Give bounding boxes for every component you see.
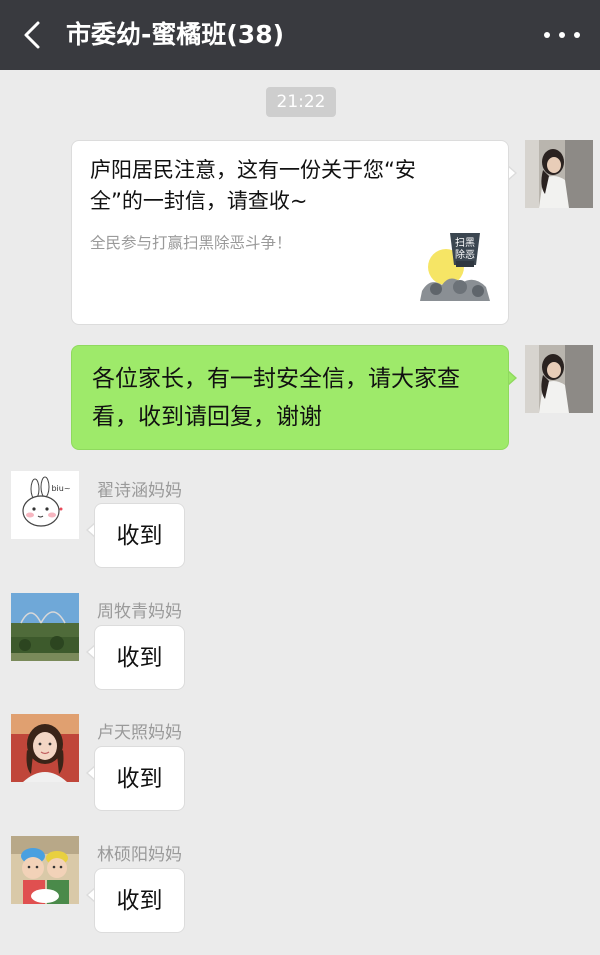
portrait-photo-icon bbox=[11, 714, 79, 782]
landscape-photo-icon bbox=[11, 593, 79, 661]
bunny-cartoon-icon: biu~ bbox=[11, 471, 79, 539]
message-text: 收到 bbox=[116, 523, 163, 549]
message-timestamp: 21:22 bbox=[266, 87, 336, 117]
more-button[interactable] bbox=[544, 20, 580, 50]
sender-name: 卢天照妈妈 bbox=[97, 723, 182, 743]
link-card-title: 庐阳居民注意，这有一份关于您“安全”的一封信，请查收~ bbox=[90, 158, 416, 213]
chat-title: 市委幼-蜜橘班(38) bbox=[66, 20, 285, 49]
my-avatar[interactable] bbox=[525, 140, 593, 208]
sender-name: 翟诗涵妈妈 bbox=[97, 481, 182, 501]
message-text: 各位家长，有一封安全信，请大家查看，收到请回复，谢谢 bbox=[92, 366, 460, 430]
reply-message[interactable]: 收到 bbox=[94, 503, 185, 568]
title-bar: 市委幼-蜜橘班(38) bbox=[0, 0, 600, 70]
children-photo-icon bbox=[11, 836, 79, 904]
sender-avatar[interactable] bbox=[11, 714, 79, 782]
reply-message[interactable]: 收到 bbox=[94, 868, 185, 933]
more-dots-icon bbox=[559, 32, 565, 38]
sender-name: 林硕阳妈妈 bbox=[97, 845, 182, 865]
link-card-thumbnail: 扫黑 除恶 bbox=[416, 225, 494, 305]
anti-crime-illustration-icon: 扫黑 除恶 bbox=[416, 225, 494, 305]
my-avatar[interactable] bbox=[525, 345, 593, 413]
link-card-message[interactable]: 庐阳居民注意，这有一份关于您“安全”的一封信，请查收~ 全民参与打赢扫黑除恶斗争… bbox=[71, 140, 509, 325]
reply-message[interactable]: 收到 bbox=[94, 625, 185, 690]
avatar-photo-icon bbox=[525, 345, 593, 413]
sender-avatar[interactable] bbox=[11, 593, 79, 661]
link-card-description: 全民参与打赢扫黑除恶斗争！ bbox=[90, 234, 292, 252]
thumbnail-label: 除恶 bbox=[455, 248, 475, 261]
avatar-caption: biu~ bbox=[51, 484, 70, 493]
sender-name: 周牧青妈妈 bbox=[97, 602, 182, 622]
sender-avatar[interactable]: biu~ bbox=[11, 471, 79, 539]
reply-message[interactable]: 收到 bbox=[94, 746, 185, 811]
text-message-sent[interactable]: 各位家长，有一封安全信，请大家查看，收到请回复，谢谢 bbox=[71, 345, 509, 450]
avatar-photo-icon bbox=[525, 140, 593, 208]
thumbnail-label: 扫黑 bbox=[455, 236, 475, 249]
more-dots-icon bbox=[574, 32, 580, 38]
sender-avatar[interactable] bbox=[11, 836, 79, 904]
more-dots-icon bbox=[544, 32, 550, 38]
message-text: 收到 bbox=[116, 766, 163, 792]
message-text: 收到 bbox=[116, 888, 163, 914]
chevron-left-icon bbox=[24, 21, 40, 49]
message-text: 收到 bbox=[116, 645, 163, 671]
back-button[interactable] bbox=[14, 15, 54, 55]
